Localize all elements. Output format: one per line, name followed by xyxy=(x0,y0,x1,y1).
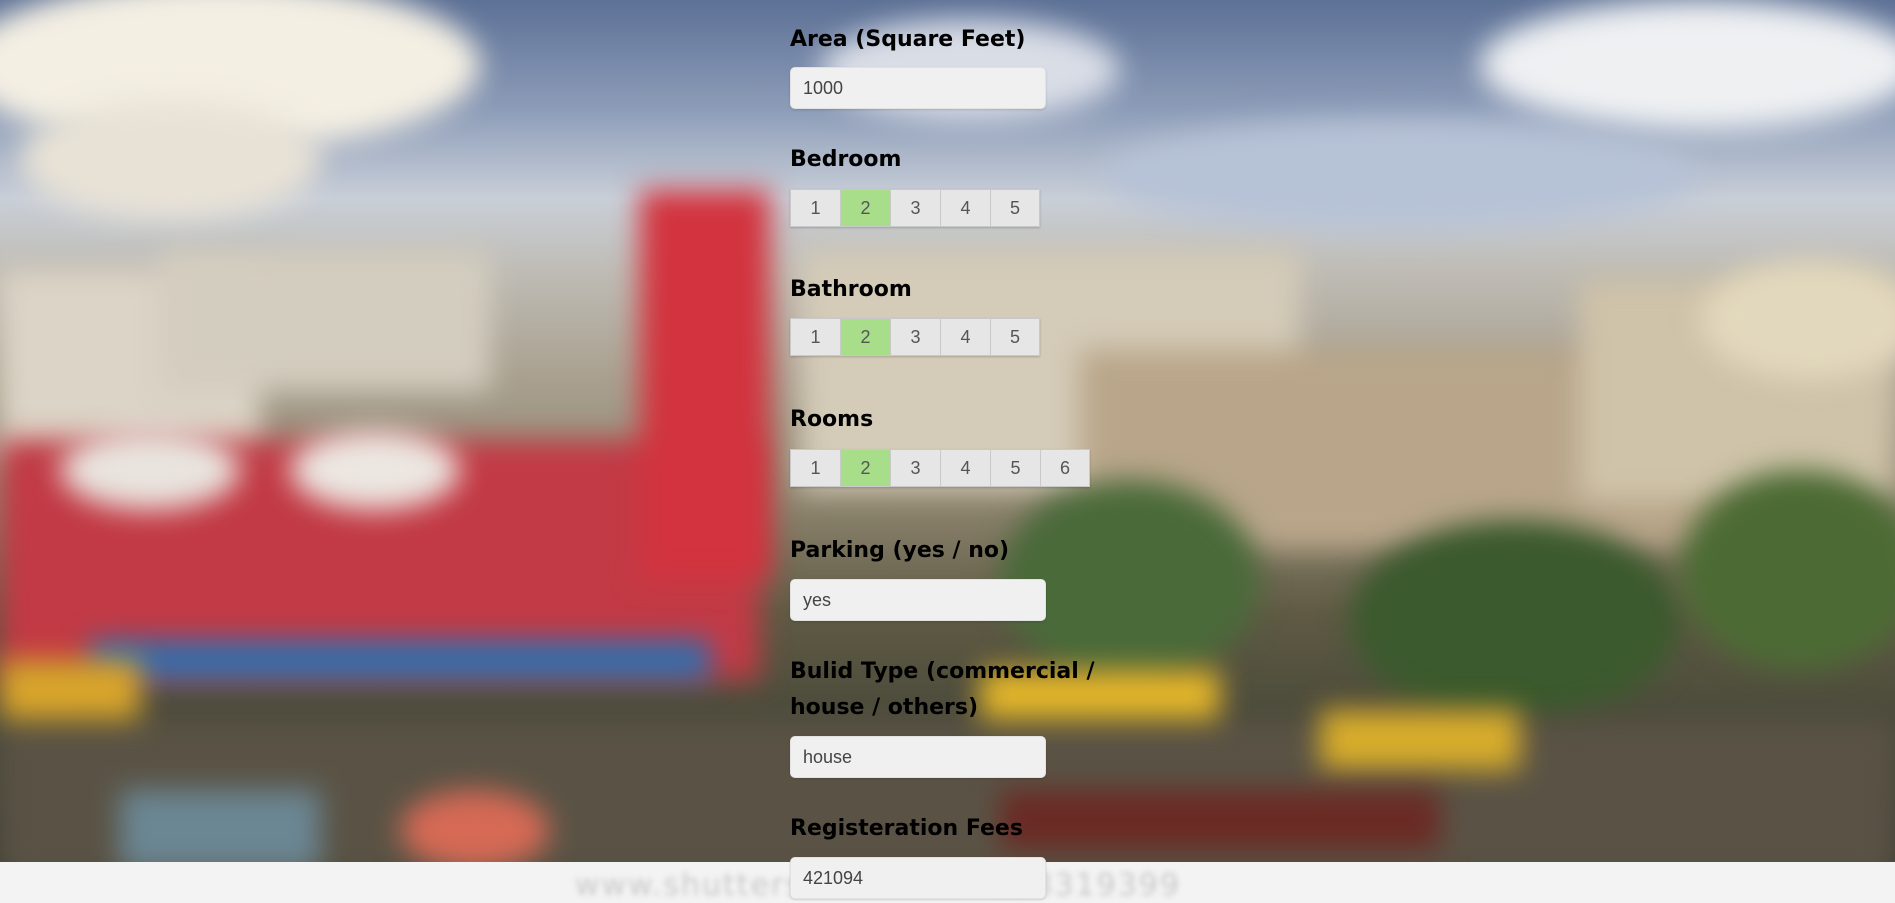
registration-fees-label: Registeration Fees xyxy=(790,816,1023,841)
rooms-option[interactable]: 3 xyxy=(890,449,940,487)
bathroom-option[interactable]: 3 xyxy=(890,318,940,356)
bathroom-option[interactable]: 4 xyxy=(940,318,990,356)
bedroom-option[interactable]: 1 xyxy=(790,189,840,227)
parking-label: Parking (yes / no) xyxy=(790,538,1010,563)
build-type-label: Bulid Type (commercial / house / others) xyxy=(790,654,1110,726)
rooms-option[interactable]: 5 xyxy=(990,449,1040,487)
rooms-option[interactable]: 1 xyxy=(790,449,840,487)
bedroom-option[interactable]: 3 xyxy=(890,189,940,227)
rooms-option[interactable]: 4 xyxy=(940,449,990,487)
bedroom-option-selected[interactable]: 2 xyxy=(840,189,890,227)
bathroom-option-selected[interactable]: 2 xyxy=(840,318,890,356)
bedroom-option[interactable]: 5 xyxy=(990,189,1040,227)
bathroom-label: Bathroom xyxy=(790,277,912,302)
rooms-option[interactable]: 6 xyxy=(1040,449,1090,487)
area-label: Area (Square Feet) xyxy=(790,27,1026,52)
build-type-label-line2: house / others) xyxy=(790,695,979,720)
area-input[interactable]: 1000 xyxy=(790,67,1046,109)
bedroom-option[interactable]: 4 xyxy=(940,189,990,227)
bathroom-option[interactable]: 5 xyxy=(990,318,1040,356)
build-type-label-line1: Bulid Type (commercial / xyxy=(790,659,1095,684)
rooms-selector: 1 2 3 4 5 6 xyxy=(790,449,1090,487)
rooms-label: Rooms xyxy=(790,407,874,432)
bathroom-selector: 1 2 3 4 5 xyxy=(790,318,1040,356)
build-type-input[interactable]: house xyxy=(790,736,1046,778)
registration-fees-input[interactable]: 421094 xyxy=(790,857,1046,899)
parking-input[interactable]: yes xyxy=(790,579,1046,621)
bedroom-label: Bedroom xyxy=(790,147,902,172)
bathroom-option[interactable]: 1 xyxy=(790,318,840,356)
rooms-option-selected[interactable]: 2 xyxy=(840,449,890,487)
bedroom-selector: 1 2 3 4 5 xyxy=(790,189,1040,227)
